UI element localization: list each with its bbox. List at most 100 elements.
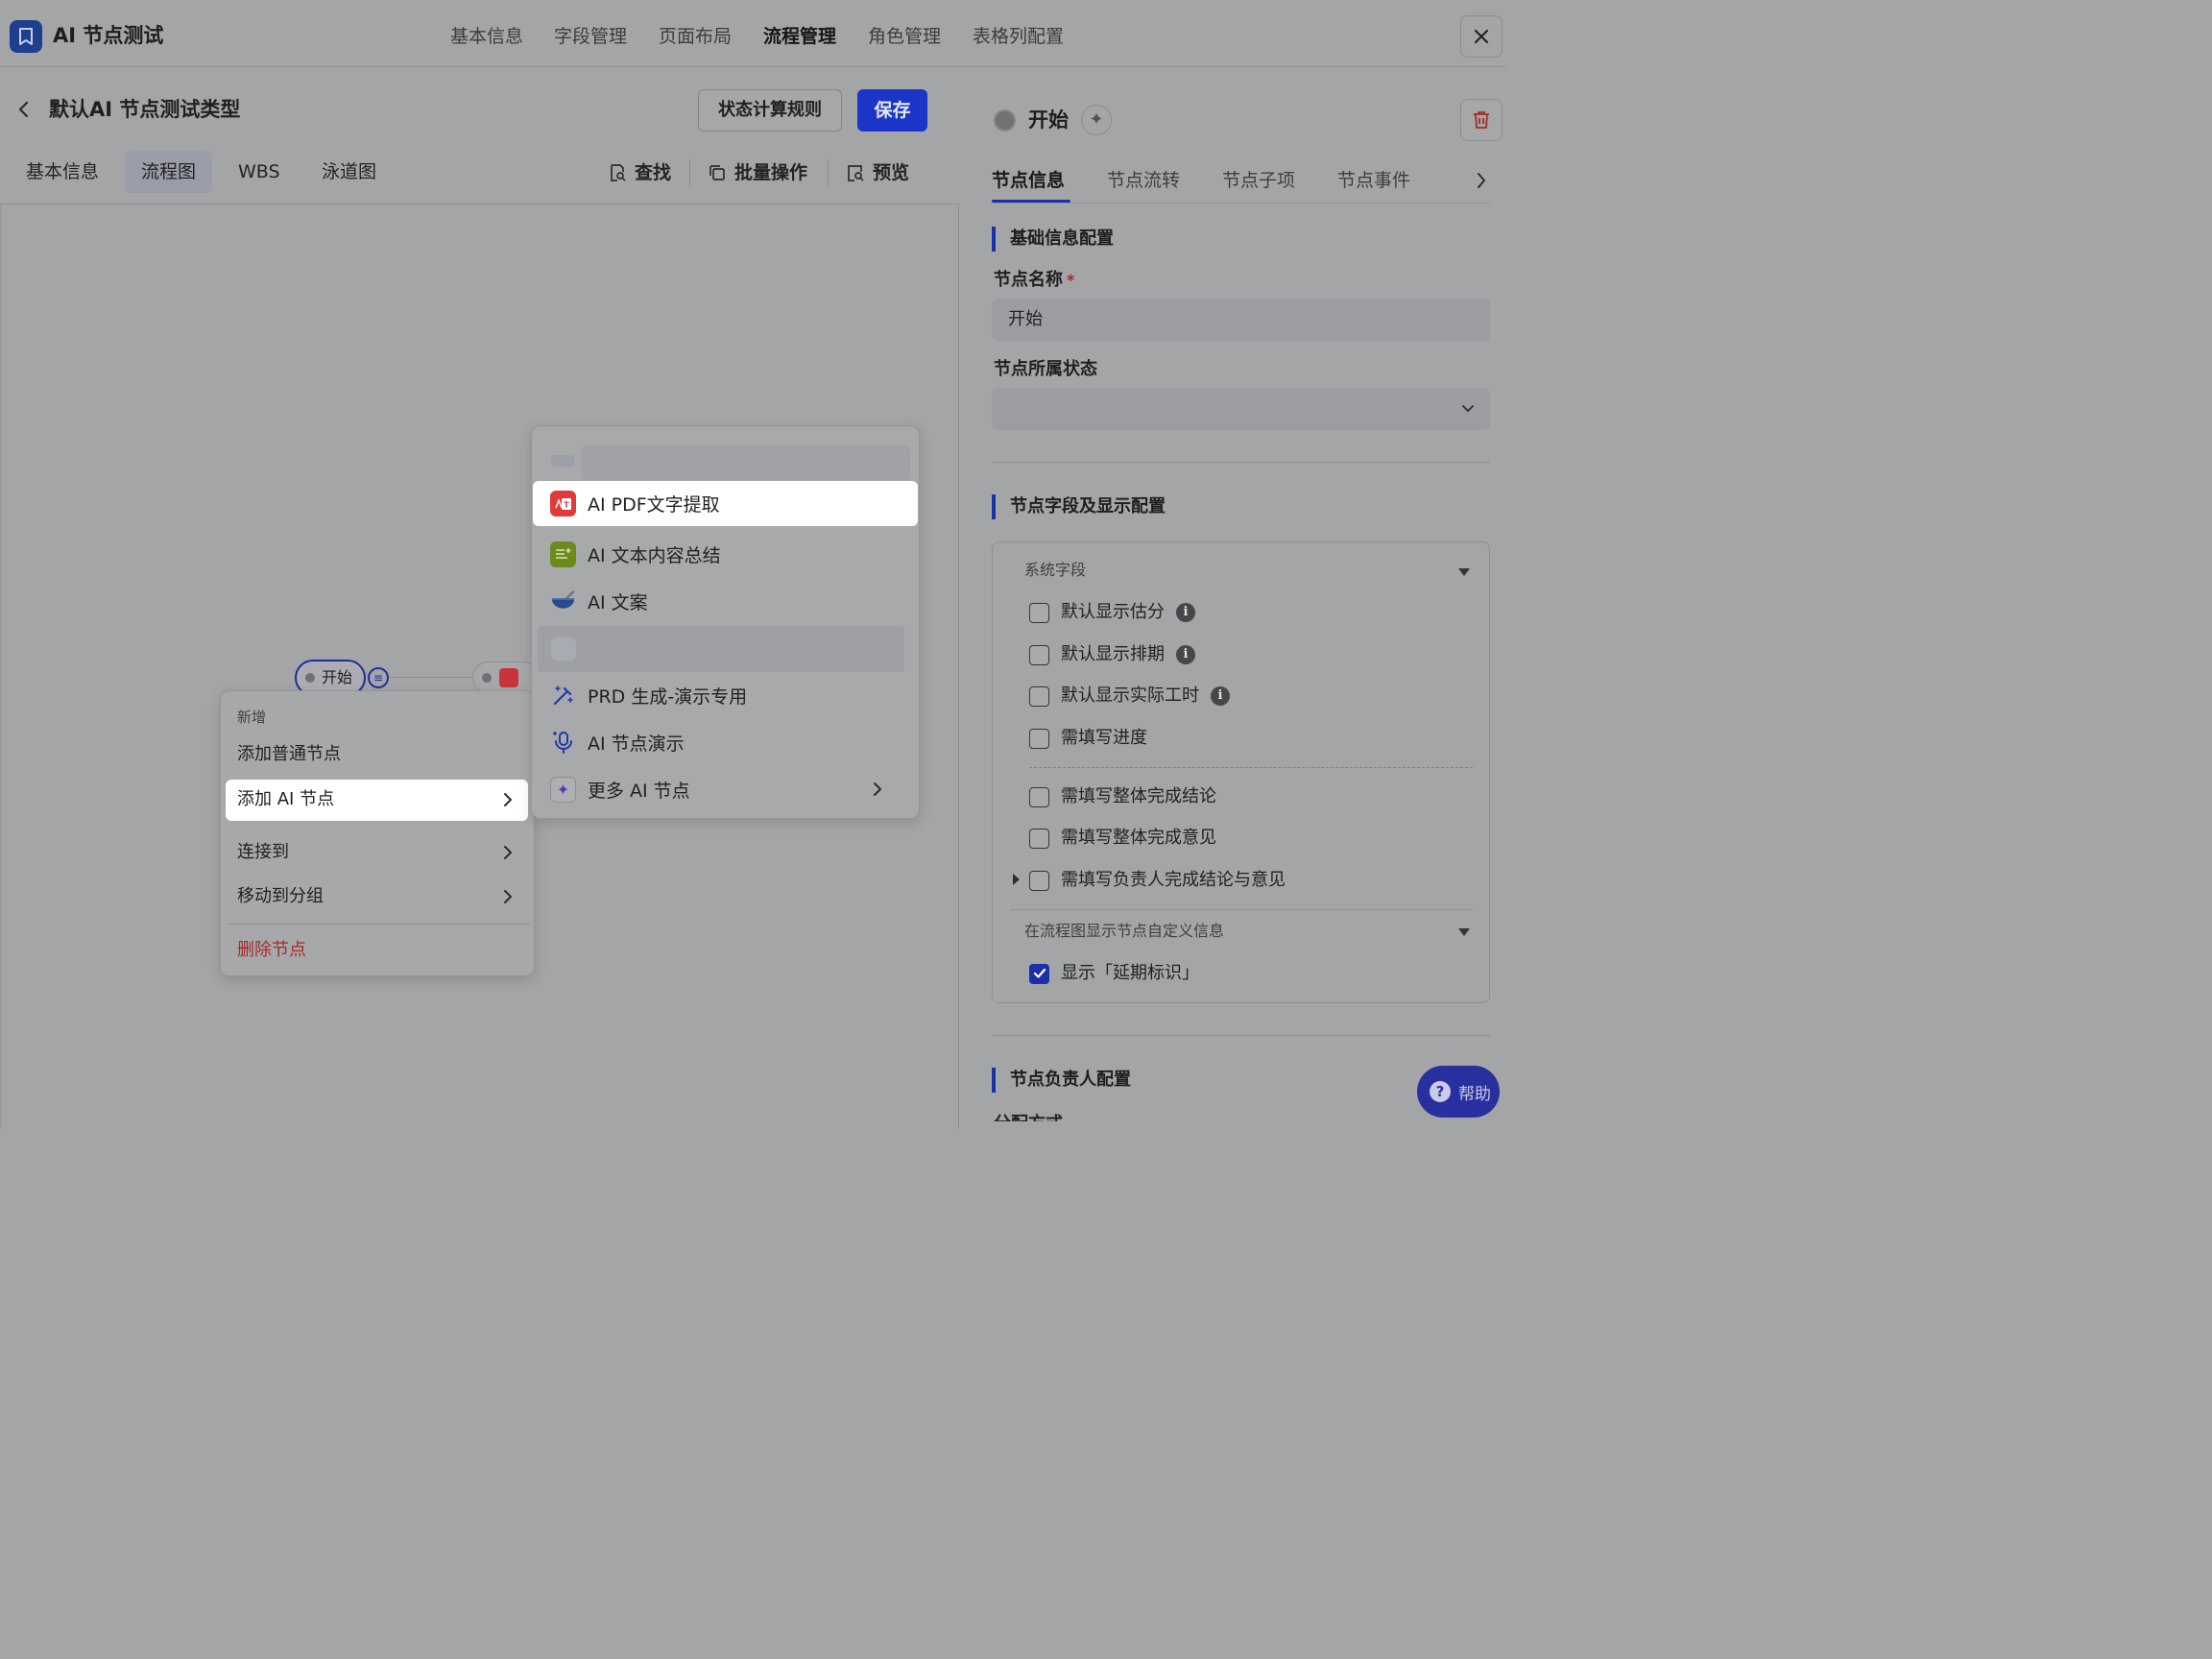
node-name-input[interactable]: 开始 <box>992 299 1490 341</box>
add-ai-node-item[interactable]: 添加 AI 节点 <box>226 780 528 821</box>
checkbox-label: 默认显示排期 <box>1061 644 1165 664</box>
subtab-flowchart[interactable]: 流程图 <box>125 151 213 193</box>
copy-icon <box>709 165 725 180</box>
checkbox-label: 显示「延期标识」 <box>1061 963 1199 983</box>
close-button[interactable] <box>1460 15 1503 58</box>
checkbox-row[interactable]: 显示「延期标识」 <box>1029 961 1199 986</box>
checkbox-row[interactable]: 需填写整体完成意见 <box>1029 826 1216 851</box>
checkbox-row[interactable]: 默认显示实际工时 i <box>1029 684 1230 709</box>
connect-to-item[interactable]: 连接到 <box>237 840 525 865</box>
checkbox[interactable] <box>1029 602 1049 623</box>
ai-node-submenu: T AI PDF文字提取 AI 文本内容总结 AI 文案 PRD 生成-演示专用… <box>531 425 920 819</box>
checkbox-row[interactable]: 默认显示排期 i <box>1029 642 1195 667</box>
top-tab-roles[interactable]: 角色管理 <box>868 23 941 50</box>
sparkle-icon[interactable]: ✦ <box>1081 105 1112 135</box>
bowl-icon <box>550 589 576 614</box>
submenu-item-ai-pdf[interactable]: T AI PDF文字提取 <box>533 481 918 526</box>
subtab-wbs[interactable]: WBS <box>222 151 297 193</box>
move-to-group-item[interactable]: 移动到分组 <box>237 884 525 909</box>
subtab-basic-info[interactable]: 基本信息 <box>10 151 115 193</box>
chevron-right-icon[interactable] <box>1477 172 1486 189</box>
flow-edge <box>389 677 475 678</box>
node-context-menu: 新增 添加普通节点 添加 AI 节点 连接到 移动到分组 删除节点 <box>220 690 535 976</box>
check-icon <box>1033 968 1046 978</box>
subtab-swimlane[interactable]: 泳道图 <box>305 151 393 193</box>
blurred-item <box>538 626 904 672</box>
checkbox[interactable] <box>1029 728 1049 749</box>
node-menu-icon[interactable]: ≡ <box>368 667 389 688</box>
caret-right-icon[interactable] <box>1013 874 1020 885</box>
checkbox-row[interactable]: 需填写负责人完成结论与意见 <box>1029 868 1286 893</box>
chevron-right-icon <box>874 782 881 796</box>
preview-label: 预览 <box>873 162 910 183</box>
find-icon <box>611 164 626 181</box>
caret-down-icon[interactable] <box>1458 928 1470 936</box>
tab-node-events[interactable]: 节点事件 <box>1337 167 1410 194</box>
active-tab-indicator <box>992 200 1070 203</box>
checkbox[interactable] <box>1029 870 1049 891</box>
back-button[interactable] <box>12 96 34 123</box>
preview-button[interactable]: 预览 <box>846 159 909 186</box>
top-tab-process[interactable]: 流程管理 <box>763 23 836 50</box>
tab-node-flow[interactable]: 节点流转 <box>1107 167 1180 194</box>
checkbox-row[interactable]: 需填写整体完成结论 <box>1029 784 1216 809</box>
blurred-item <box>582 445 910 480</box>
submenu-item-ai-copywriting[interactable]: AI 文案 <box>550 578 648 624</box>
toolbar-divider <box>689 159 690 186</box>
blurred-logo-icon <box>551 637 576 661</box>
add-normal-node-item[interactable]: 添加普通节点 <box>237 742 341 767</box>
batch-label: 批量操作 <box>734 162 808 183</box>
add-ai-node-label: 添加 AI 节点 <box>237 789 335 809</box>
node-status-label: 节点所属状态 <box>994 359 1097 379</box>
assign-method-label: 分配方式 <box>994 1112 1063 1121</box>
system-fields-label: 系统字段 <box>1024 561 1087 579</box>
checkbox-row[interactable]: 默认显示估分 i <box>1029 600 1195 625</box>
save-button[interactable]: 保存 <box>857 89 927 132</box>
submenu-item-prd[interactable]: PRD 生成-演示专用 <box>550 672 747 718</box>
chevron-down-icon <box>1462 405 1474 412</box>
chevron-right-icon <box>504 890 512 903</box>
checkbox-label: 默认显示估分 <box>1061 602 1165 622</box>
checkbox[interactable] <box>1029 644 1049 665</box>
top-tab-fields[interactable]: 字段管理 <box>554 23 627 50</box>
top-tab-table-columns[interactable]: 表格列配置 <box>973 23 1064 50</box>
top-tab-basic-info[interactable]: 基本信息 <box>450 23 523 50</box>
info-icon: i <box>1176 645 1195 664</box>
trash-icon <box>1474 111 1489 129</box>
toolbar-divider <box>828 159 829 186</box>
top-bar <box>0 0 1505 67</box>
blurred-logo-icon <box>551 455 574 467</box>
checkbox[interactable] <box>1029 828 1049 849</box>
node-status-dot <box>305 673 315 683</box>
required-mark: * <box>1067 271 1075 289</box>
batch-button[interactable]: 批量操作 <box>708 159 807 186</box>
submenu-item-label: AI PDF文字提取 <box>588 494 720 516</box>
move-to-group-label: 移动到分组 <box>237 886 324 906</box>
checkbox-row[interactable]: 需填写进度 <box>1029 726 1147 751</box>
submenu-item-more-ai[interactable]: ✦ 更多 AI 节点 <box>550 766 905 812</box>
tab-node-subitems[interactable]: 节点子项 <box>1222 167 1295 194</box>
checkbox-label: 需填写负责人完成结论与意见 <box>1061 870 1286 890</box>
status-rule-button[interactable]: 状态计算规则 <box>698 89 842 132</box>
find-button[interactable]: 查找 <box>608 159 671 186</box>
caret-down-icon[interactable] <box>1458 568 1470 576</box>
node-status-select[interactable] <box>992 388 1490 430</box>
app-title: AI 节点测试 <box>53 24 164 47</box>
top-tab-layout[interactable]: 页面布局 <box>659 23 732 50</box>
submenu-item-ai-summary[interactable]: AI 文本内容总结 <box>550 531 721 577</box>
checkbox[interactable] <box>1029 786 1049 807</box>
microphone-icon <box>550 730 576 756</box>
checkbox[interactable] <box>1029 685 1049 707</box>
submenu-item-ai-demo[interactable]: AI 节点演示 <box>550 719 685 765</box>
submenu-item-label: 更多 AI 节点 <box>588 780 690 802</box>
delete-button[interactable] <box>1460 99 1503 141</box>
node-status-dot <box>994 109 1016 132</box>
help-button[interactable]: ? 帮助 <box>1417 1066 1500 1118</box>
tab-node-info[interactable]: 节点信息 <box>992 167 1065 194</box>
pdf-icon <box>499 668 518 687</box>
node-title: 开始 <box>1028 108 1069 132</box>
checkbox-checked[interactable] <box>1029 963 1049 984</box>
delete-node-item[interactable]: 删除节点 <box>237 938 306 963</box>
flow-node-ai-pdf[interactable] <box>472 661 540 694</box>
sparkle-icon: ✦ <box>550 776 576 803</box>
